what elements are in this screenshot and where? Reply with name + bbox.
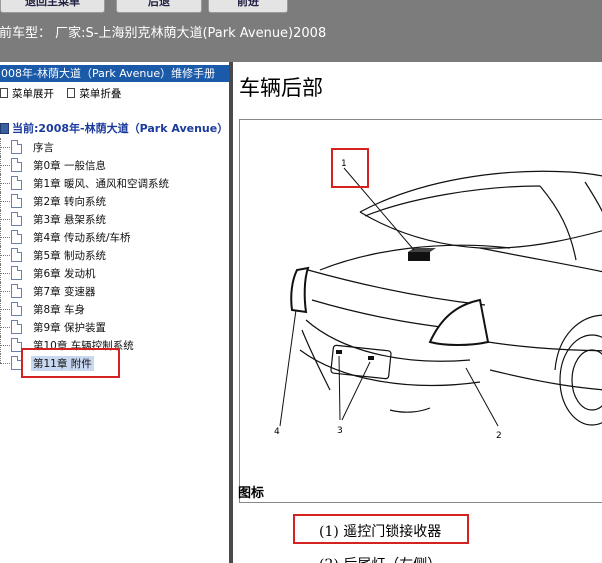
tree-item-preface[interactable]: 序言 xyxy=(0,138,229,156)
tree-item-chapter-8[interactable]: 第8章 车身 xyxy=(0,300,229,318)
menu-controls: 菜单展开 菜单折叠 xyxy=(0,86,131,101)
manual-title: 2008年-林荫大道（Park Avenue）维修手册 xyxy=(0,67,216,80)
document-icon xyxy=(11,212,22,226)
collapse-menu-label: 菜单折叠 xyxy=(79,88,122,100)
tree-item-chapter-0[interactable]: 第0章 一般信息 xyxy=(0,156,229,174)
tree-item-label: 第5章 制动系统 xyxy=(33,250,107,262)
document-icon xyxy=(11,266,22,280)
tree-item-label: 第8章 车身 xyxy=(33,304,86,316)
selected-item-highlight-box xyxy=(21,348,120,378)
legend-title: 图标 xyxy=(238,486,265,501)
tree-item-label: 第2章 转向系统 xyxy=(33,196,107,208)
content-pane: 车辆后部 1 2 3 4 图标 (1) 遥控门锁接收器 xyxy=(233,62,602,563)
document-icon xyxy=(11,230,22,244)
main-menu-button[interactable]: 退回主菜单 xyxy=(0,0,105,13)
tree-item-label: 第9章 保护装置 xyxy=(33,322,107,334)
current-manual-node[interactable]: 当前:2008年-林荫大道（Park Avenue） xyxy=(0,120,228,136)
tree-item-chapter-7[interactable]: 第7章 变速器 xyxy=(0,282,229,300)
back-button[interactable]: 后退 xyxy=(116,0,202,13)
rear-vehicle-illustration: 1 2 3 4 xyxy=(239,119,602,503)
document-icon xyxy=(11,140,22,154)
tree-item-label: 第0章 一般信息 xyxy=(33,160,107,172)
expand-menu-button[interactable]: 菜单展开 xyxy=(0,86,54,101)
callout-1-highlight-box xyxy=(331,148,369,188)
document-icon xyxy=(11,248,22,262)
manual-title-bar: 2008年-林荫大道（Park Avenue）维修手册 xyxy=(0,65,229,82)
tree-item-chapter-3[interactable]: 第3章 悬架系统 xyxy=(0,210,229,228)
vehicle-model-info: 当前车型： 厂家:S-上海别克林荫大道(Park Avenue)2008 xyxy=(0,26,327,41)
tree-item-chapter-2[interactable]: 第2章 转向系统 xyxy=(0,192,229,210)
top-toolbar: 退回主菜单 后退 前进 当前车型： 厂家:S-上海别克林荫大道(Park Ave… xyxy=(0,0,602,62)
expand-icon xyxy=(0,88,8,98)
tree-item-chapter-4[interactable]: 第4章 传动系统/车桥 xyxy=(0,228,229,246)
tree-item-chapter-1[interactable]: 第1章 暖风、通风和空调系统 xyxy=(0,174,229,192)
document-icon xyxy=(11,284,22,298)
tree-item-label: 第7章 变速器 xyxy=(33,286,96,298)
book-icon xyxy=(0,123,9,134)
page-title: 车辆后部 xyxy=(239,76,323,100)
tree-item-chapter-9[interactable]: 第9章 保护装置 xyxy=(0,318,229,336)
document-icon xyxy=(11,194,22,208)
tree-item-chapter-5[interactable]: 第5章 制动系统 xyxy=(0,246,229,264)
document-icon xyxy=(11,158,22,172)
collapse-menu-button[interactable]: 菜单折叠 xyxy=(67,86,121,101)
tree-item-label: 第3章 悬架系统 xyxy=(33,214,107,226)
tree-item-label: 第6章 发动机 xyxy=(33,268,96,280)
navigation-panel: 2008年-林荫大道（Park Avenue）维修手册 菜单展开 菜单折叠 当前… xyxy=(0,62,229,563)
collapse-icon xyxy=(67,88,76,98)
vehicle-rear-drawing: 1 2 3 4 xyxy=(274,159,602,441)
legend-item-highlight-box xyxy=(293,514,469,544)
tree-item-label: 第4章 传动系统/车桥 xyxy=(33,232,131,244)
tree-item-label: 序言 xyxy=(33,142,54,154)
legend-item-2: (2) 后尾灯（左侧） xyxy=(319,554,441,563)
current-manual-label: 当前:2008年-林荫大道（Park Avenue） xyxy=(12,122,229,135)
tree-item-label: 第1章 暖风、通风和空调系统 xyxy=(33,178,170,190)
document-icon xyxy=(11,302,22,316)
chapter-tree: 序言 第0章 一般信息 第1章 暖风、通风和空调系统 第2章 转向系统 第3章 … xyxy=(0,138,229,372)
callout-4-label: 4 xyxy=(274,427,280,437)
forward-button[interactable]: 前进 xyxy=(208,0,288,13)
document-icon xyxy=(11,176,22,190)
callout-2-label: 2 xyxy=(496,431,502,441)
document-icon xyxy=(11,320,22,334)
expand-menu-label: 菜单展开 xyxy=(12,88,54,100)
callout-3-label: 3 xyxy=(337,426,343,436)
tree-item-chapter-6[interactable]: 第6章 发动机 xyxy=(0,264,229,282)
